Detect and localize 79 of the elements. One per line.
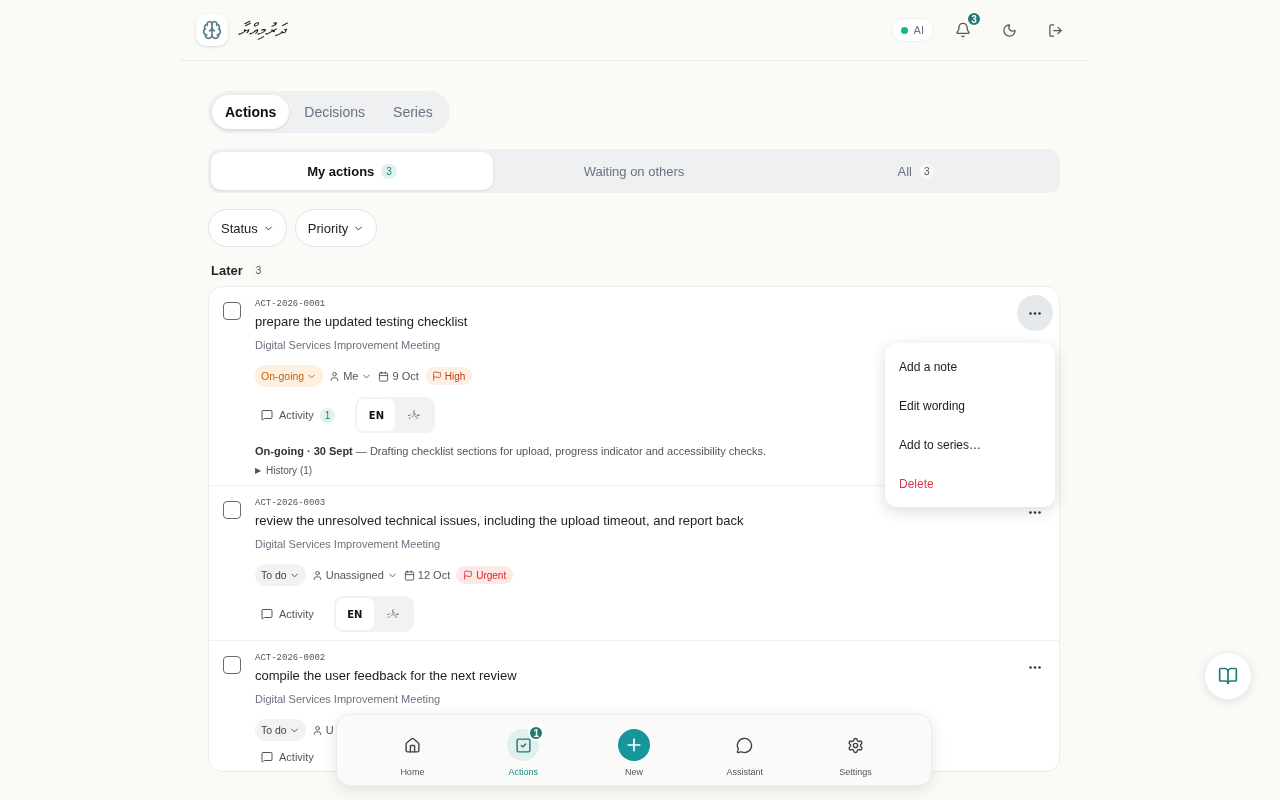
assignee-dropdown[interactable]: U — [311, 724, 334, 736]
section-tab[interactable]: Decisions — [291, 95, 379, 129]
more-icon — [1029, 665, 1041, 669]
assignee-dropdown[interactable]: Me — [329, 370, 373, 382]
checkbox[interactable] — [223, 501, 241, 519]
nav-badge: 1 — [528, 725, 545, 741]
calendar-icon — [403, 569, 415, 581]
task-state-dropdown[interactable]: To do — [255, 564, 306, 586]
nav-item[interactable]: Home — [367, 723, 458, 777]
activity-button[interactable]: Activity 1 — [255, 407, 342, 423]
meeting-name: Digital Services Improvement Meeting — [255, 693, 442, 705]
section-tab[interactable]: Actions — [212, 95, 290, 129]
section-tab[interactable]: Series — [380, 95, 446, 129]
action-title: prepare the updated testing checklist — [255, 314, 469, 329]
flag-icon — [463, 570, 474, 580]
more-icon — [1029, 311, 1041, 315]
ai-label: AI — [913, 24, 924, 36]
action-title: compile the user feedback for the next review — [255, 668, 518, 683]
moon-icon — [1001, 22, 1017, 38]
filter-tab[interactable]: All 3 — [775, 152, 1057, 190]
language-option[interactable]: EN — [357, 399, 396, 431]
filter-dropdown[interactable]: Priority — [294, 209, 378, 247]
activity-count: 1 — [319, 407, 336, 423]
settings-icon — [847, 736, 865, 754]
action-id: ACT-2026-0003 — [255, 498, 327, 508]
menu-item[interactable]: Add a note — [885, 347, 1055, 386]
brain-icon — [202, 20, 222, 40]
activity-button[interactable]: Activity — [255, 608, 320, 620]
history-toggle[interactable]: ▶ History (1) — [255, 465, 313, 477]
priority-label: High — [444, 370, 466, 382]
action-title: review the unresolved technical issues, including the upload timeout, and report back — [255, 513, 745, 528]
filter-dropdown[interactable]: Status — [208, 209, 287, 247]
nav-item[interactable]: Settings — [810, 723, 901, 777]
nav-item[interactable]: Assistant — [699, 723, 790, 777]
task-state-dropdown[interactable]: To do — [255, 719, 306, 741]
language-option[interactable]: ދިވެހި — [373, 598, 412, 630]
action-id: ACT-2026-0001 — [255, 299, 327, 309]
activity-button[interactable]: Activity — [255, 751, 320, 763]
group-title: Later — [211, 263, 243, 278]
more-icon — [1029, 510, 1041, 514]
chat-icon — [736, 736, 754, 754]
menu-item[interactable]: Delete — [885, 464, 1055, 503]
meeting-name: Digital Services Improvement Meeting — [255, 339, 442, 351]
bell-icon — [955, 22, 971, 38]
book-icon — [1218, 666, 1238, 686]
comment-icon — [261, 608, 273, 620]
filter-tab[interactable]: My actions 3 — [211, 152, 493, 190]
home-icon — [403, 736, 421, 754]
meeting-name: Digital Services Improvement Meeting — [255, 538, 442, 550]
status-update: On-going · 30 Sept — Drafting checklist sections for upload, progress indicator and accessibility checks. — [255, 445, 768, 457]
menu-item[interactable]: Add to series… — [885, 425, 1055, 464]
logout-icon — [1047, 22, 1063, 38]
language-option[interactable]: EN — [335, 598, 374, 630]
comment-icon — [261, 751, 273, 763]
person-icon — [311, 724, 323, 736]
action-id: ACT-2026-0002 — [255, 653, 327, 663]
notification-badge: 3 — [966, 11, 982, 27]
checkbox-icon — [514, 736, 532, 754]
person-icon — [311, 569, 323, 581]
priority-label: Urgent — [476, 569, 507, 581]
comment-icon — [261, 409, 273, 421]
due-date: 9 Oct — [392, 370, 419, 382]
notifications-button[interactable]: 3 — [946, 13, 980, 47]
language-option[interactable]: ދިވެހި — [395, 399, 434, 431]
person-icon — [329, 370, 341, 382]
calendar-icon — [378, 370, 390, 382]
nav-item[interactable]: New — [589, 723, 679, 777]
task-state-dropdown[interactable]: On-going — [255, 365, 324, 387]
assignee-dropdown[interactable]: Unassigned — [311, 569, 398, 581]
filter-tab[interactable]: Waiting on others — [493, 152, 775, 190]
checkbox[interactable] — [223, 656, 241, 674]
checkbox[interactable] — [223, 302, 241, 320]
guide-button[interactable] — [1204, 652, 1252, 700]
due-date: 12 Oct — [417, 569, 451, 581]
tab-count: 3 — [918, 163, 935, 179]
nav-item[interactable]: 1 Actions — [478, 723, 569, 777]
flag-icon — [431, 371, 442, 381]
tab-count: 3 — [381, 163, 397, 179]
menu-item[interactable]: Edit wording — [885, 386, 1055, 425]
